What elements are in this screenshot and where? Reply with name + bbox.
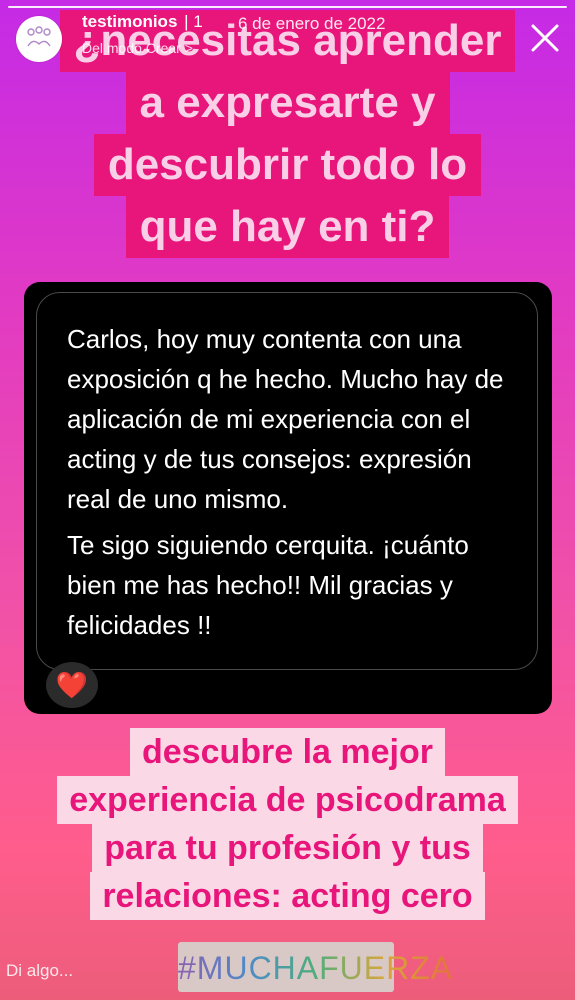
message-bubble: Carlos, hoy muy contenta con una exposic… [36, 292, 538, 670]
message-card: Carlos, hoy muy contenta con una exposic… [24, 282, 552, 714]
reply-input[interactable]: Di algo... [0, 956, 166, 988]
story-progress-bar [8, 6, 567, 8]
story-counter: | 1 [184, 12, 203, 31]
headline-line: descubrir todo lo [93, 134, 482, 196]
cta-text: descubre la mejor experiencia de psicodr… [0, 728, 575, 920]
avatar-icon [27, 26, 51, 47]
cta-line: descubre la mejor [129, 728, 445, 776]
story-date: 6 de enero de 2022 [238, 14, 386, 33]
cta-line: experiencia de psicodrama [57, 776, 518, 824]
account-name-row[interactable]: testimonios | 1 [82, 12, 203, 32]
headline-line: que hay en ti? [125, 196, 450, 258]
hashtag-sticker[interactable]: #MUCHAFUERZA [178, 942, 452, 992]
heart-icon: ❤️ [55, 670, 89, 700]
close-icon[interactable] [527, 20, 563, 56]
message-paragraph: Te sigo siguiendo cerquita. ¡cuánto bien… [67, 530, 469, 640]
cta-line: para tu profesión y tus [92, 824, 483, 872]
created-mode-link[interactable]: Del modo Crear > [82, 40, 193, 56]
hashtag-text: #MUCHAFUERZA [178, 950, 454, 986]
cta-line: relaciones: acting cero [90, 872, 485, 920]
avatar[interactable] [16, 16, 62, 62]
message-paragraph: Carlos, hoy muy contenta con una exposic… [67, 324, 504, 514]
headline-line: a expresarte y [125, 72, 450, 134]
account-name[interactable]: testimonios [82, 12, 177, 31]
heart-reaction: ❤️ [46, 662, 98, 708]
